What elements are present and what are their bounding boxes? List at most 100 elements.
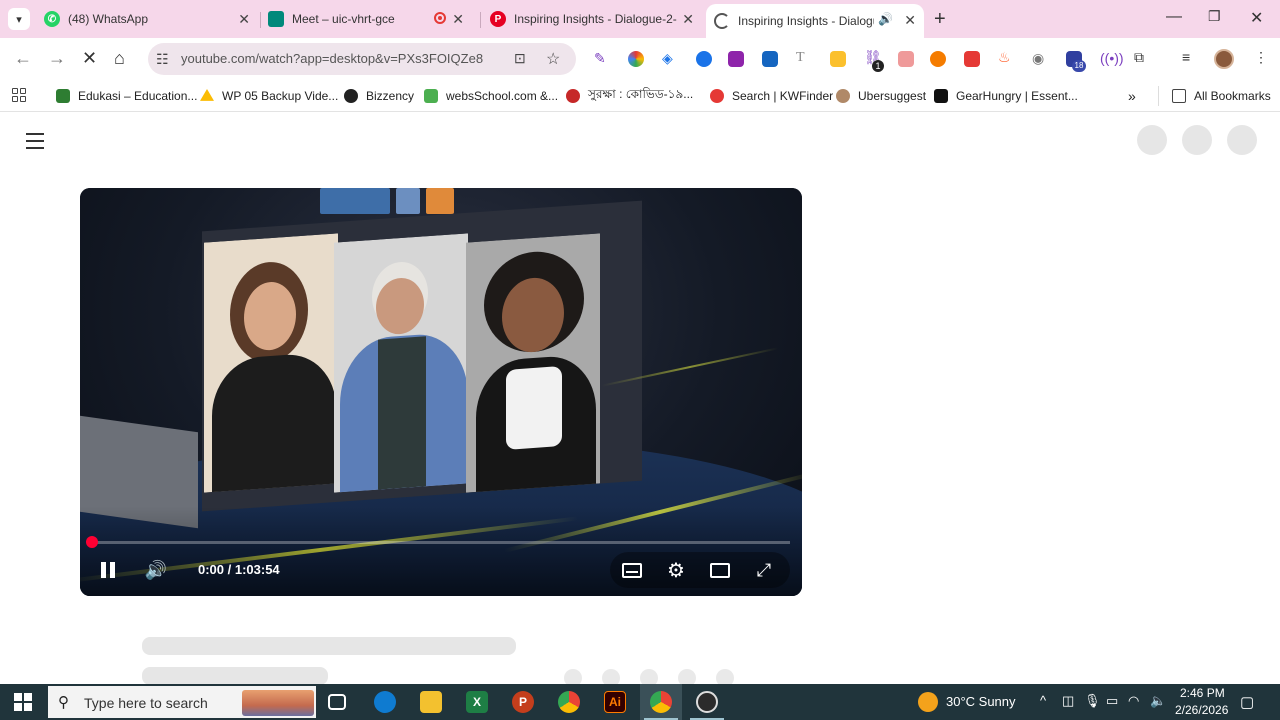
tab-whatsapp[interactable]: ✆ (48) WhatsApp ✕ <box>44 6 258 32</box>
blue-extension-icon[interactable] <box>696 51 712 67</box>
google-lens-icon[interactable]: ⊡ <box>514 50 526 67</box>
bookmark-item[interactable]: Edukasi – Education... <box>56 87 197 105</box>
font-extension-icon[interactable]: T <box>796 50 805 66</box>
extensions-puzzle-icon[interactable]: ⧉ <box>1134 49 1144 66</box>
subtitles-button[interactable] <box>618 556 646 584</box>
bookmark-label: Edukasi – Education... <box>78 89 198 103</box>
pen-extension-icon[interactable]: ✎ <box>594 50 606 67</box>
restore-button[interactable]: ❐ <box>1208 8 1221 25</box>
weather-text[interactable]: 30°C Sunny <box>946 694 1016 709</box>
bookmark-item[interactable]: WP 05 Backup Vide... <box>200 87 338 105</box>
color-picker-extension-icon[interactable] <box>628 51 644 67</box>
menu-kebab-icon[interactable]: ⋮ <box>1254 49 1268 66</box>
microphone-icon[interactable]: 🎙 <box>1084 693 1101 709</box>
bookmark-item[interactable]: Ubersuggest <box>836 87 926 105</box>
battery-icon[interactable]: ▭ <box>1106 693 1118 709</box>
volume-button[interactable]: 🔊 <box>142 556 170 584</box>
gearhungry-icon <box>934 89 948 103</box>
video-player[interactable]: 🔊 0:00 / 1:03:54 ⚙ ⤢ <box>80 188 802 596</box>
windows-start-icon[interactable] <box>14 693 32 711</box>
powerpoint-icon[interactable]: P <box>512 691 534 713</box>
close-tab-icon[interactable]: ✕ <box>904 12 916 29</box>
close-tab-icon[interactable]: ✕ <box>238 11 250 28</box>
note-extension-icon[interactable] <box>830 51 846 67</box>
close-window-button[interactable]: ✕ <box>1250 8 1263 28</box>
theater-mode-button[interactable] <box>706 556 734 584</box>
fullscreen-button[interactable]: ⤢ <box>750 556 778 584</box>
bookmark-item[interactable]: GearHungry | Essent... <box>934 87 1078 105</box>
excel-icon[interactable]: X <box>466 691 488 713</box>
camera-extension-icon[interactable]: ◉ <box>1032 50 1044 67</box>
time-display: 0:00 / 1:03:54 <box>198 562 280 577</box>
home-button[interactable]: ⌂ <box>114 48 125 69</box>
menu-hamburger-icon[interactable] <box>26 133 44 154</box>
apps-grid-icon[interactable] <box>12 88 26 102</box>
bookmark-label: Search | KWFinder <box>732 89 834 103</box>
taskbar-search[interactable]: ⚲ Type here to search <box>48 686 316 718</box>
notifications-icon[interactable]: ▢ <box>1240 693 1254 711</box>
browser-toolbar: ← → ✕ ⌂ ☷ youtube.com/watch?app=desktop&… <box>0 38 1280 80</box>
file-explorer-icon[interactable] <box>420 691 442 713</box>
download-extension-icon[interactable] <box>728 51 744 67</box>
edukasi-icon <box>56 89 70 103</box>
site-info-icon[interactable]: ☷ <box>156 51 169 68</box>
meet-now-icon[interactable]: ◫ <box>1062 693 1074 709</box>
media-control-icon[interactable]: ≡ <box>1182 49 1190 65</box>
speaker-icon[interactable]: 🔊 <box>878 12 893 26</box>
edge-icon[interactable] <box>374 691 396 713</box>
fire-extension-icon[interactable]: ♨ <box>998 49 1011 66</box>
gear-extension-icon[interactable] <box>762 51 778 67</box>
progress-scrubber[interactable] <box>86 536 98 548</box>
websschool-icon <box>424 89 438 103</box>
recording-icon <box>434 12 446 24</box>
forward-button[interactable]: → <box>48 48 66 69</box>
wifi-icon[interactable]: ◠ <box>1128 693 1139 709</box>
clock-date[interactable]: 2/26/2026 <box>1175 703 1228 717</box>
red-extension-icon[interactable] <box>964 51 980 67</box>
address-bar[interactable]: ☷ youtube.com/watch?app=desktop&v=PXs3FO… <box>148 43 576 75</box>
more-bookmarks-icon[interactable]: » <box>1128 87 1136 105</box>
chrome-profile-icon[interactable] <box>650 691 672 713</box>
bookmark-item[interactable]: Search | KWFinder <box>710 87 833 105</box>
close-tab-icon[interactable]: ✕ <box>452 11 464 28</box>
progress-bar[interactable] <box>92 541 790 544</box>
subtitles-icon <box>622 562 642 578</box>
placeholder-circle <box>1137 125 1167 155</box>
bookmark-label: GearHungry | Essent... <box>956 89 1078 103</box>
tab-pinterest[interactable]: P Inspiring Insights - Dialogue-2- ✕ <box>490 6 702 32</box>
new-tab-button[interactable]: + <box>934 8 946 31</box>
bookmark-item[interactable]: সুরক্ষা : কোভিড-১৯... <box>566 87 693 105</box>
obs-icon[interactable] <box>696 691 718 713</box>
illustrator-icon[interactable]: Ai <box>604 691 626 713</box>
minimize-button[interactable]: — <box>1166 8 1182 26</box>
all-bookmarks-folder[interactable]: All Bookmarks <box>1172 87 1271 105</box>
tab-youtube-active[interactable]: Inspiring Insights - Dialogue 🔊 ✕ <box>706 4 924 38</box>
bookmark-label: সুরক্ষা : কোভিড-১৯... <box>588 87 694 101</box>
task-view-icon[interactable] <box>328 694 346 710</box>
volume-tray-icon[interactable]: 🔈 <box>1150 693 1166 709</box>
tab-search-button[interactable]: ▾ <box>8 8 30 30</box>
broadcast-extension-icon[interactable]: ((•)) <box>1100 50 1124 66</box>
bookmark-item[interactable]: Bizzency <box>344 87 414 105</box>
bookmark-item[interactable]: websSchool.com &... <box>424 87 558 105</box>
tab-title: Meet – uic-vhrt-gce <box>292 12 395 26</box>
gear-orange-extension-icon[interactable] <box>930 51 946 67</box>
profile-avatar[interactable] <box>1214 49 1234 69</box>
pause-button[interactable] <box>94 556 122 584</box>
bookmark-label: websSchool.com &... <box>446 89 559 103</box>
clock-time[interactable]: 2:46 PM <box>1180 686 1225 700</box>
show-hidden-icons[interactable]: ^ <box>1040 693 1046 708</box>
url-text[interactable]: youtube.com/watch?app=desktop&v=PXs3FOIQ… <box>181 51 483 66</box>
pinterest-icon: P <box>490 11 506 27</box>
settings-button[interactable]: ⚙ <box>662 556 690 584</box>
stop-loading-button[interactable]: ✕ <box>82 48 97 69</box>
chrome-icon[interactable] <box>558 691 580 713</box>
tab-meet[interactable]: Meet – uic-vhrt-gce ✕ <box>268 6 472 32</box>
back-button[interactable]: ← <box>14 48 32 69</box>
pink-extension-icon[interactable] <box>898 51 914 67</box>
close-tab-icon[interactable]: ✕ <box>682 11 694 28</box>
bookmark-star-icon[interactable]: ☆ <box>546 49 560 69</box>
weather-sun-icon[interactable] <box>918 692 938 712</box>
folder-icon <box>1172 89 1186 103</box>
tag-extension-icon[interactable]: ◈ <box>662 50 673 67</box>
